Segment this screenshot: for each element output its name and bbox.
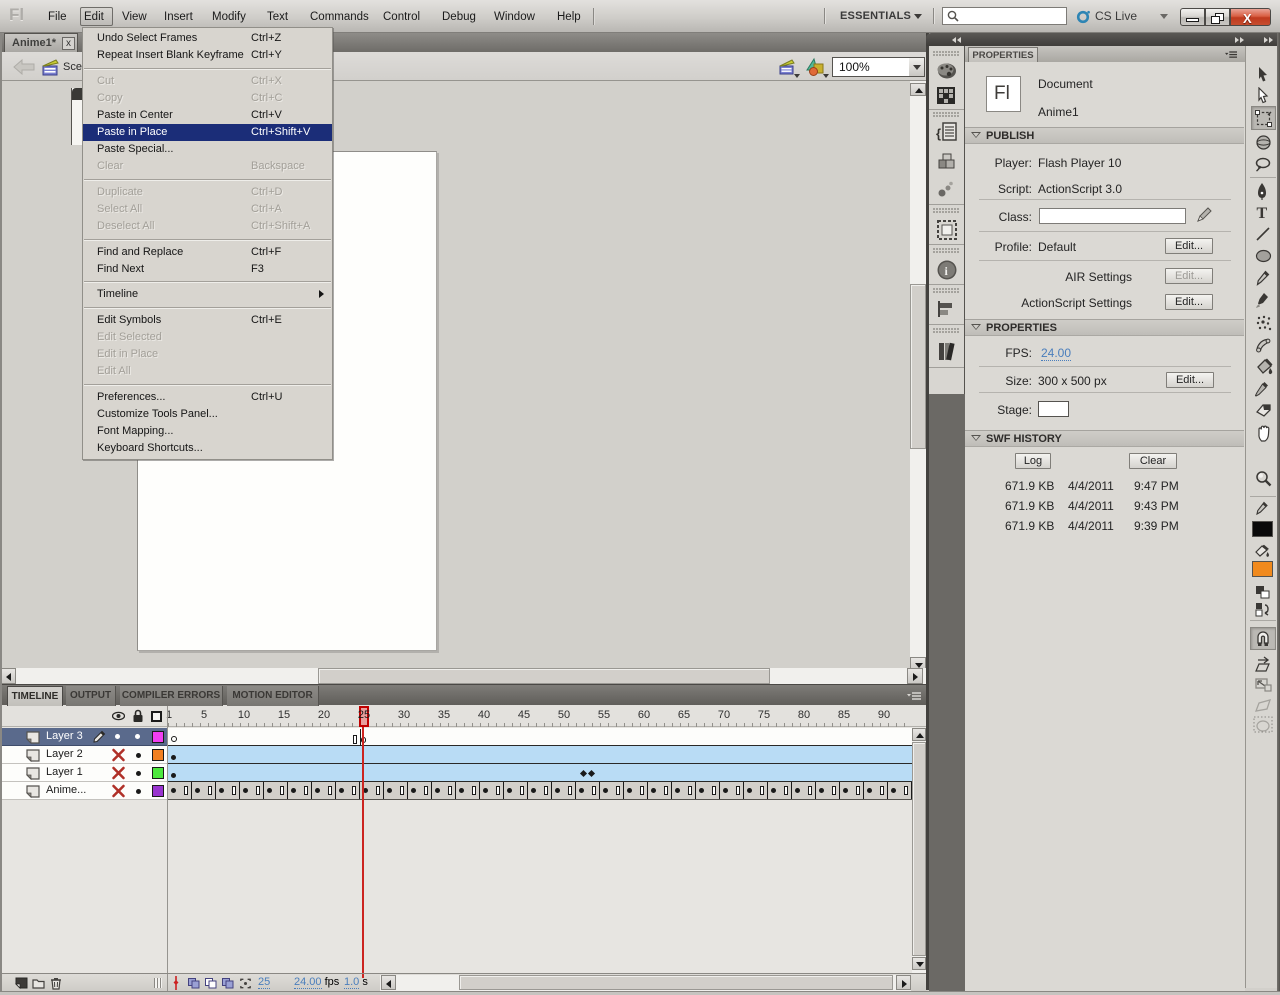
svg-text:{: { [936, 126, 941, 141]
svg-text:T: T [1257, 205, 1268, 220]
